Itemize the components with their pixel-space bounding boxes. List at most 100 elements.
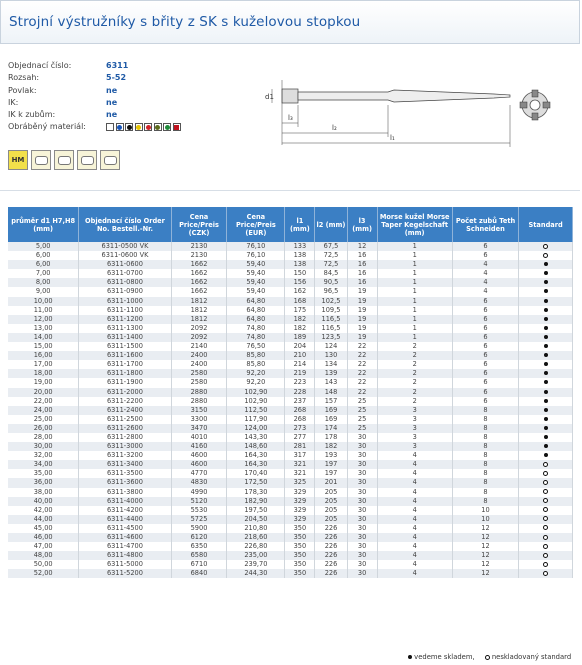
material-red-square-swatch xyxy=(172,123,181,132)
table-cell: 74,80 xyxy=(226,332,286,343)
table-cell: 35,00 xyxy=(8,469,80,479)
table-row[interactable]: 8,00 6311-0800 1662 59,40 156 90,5 16 1 4 xyxy=(8,278,573,288)
table-cell: 116,5 xyxy=(314,323,348,333)
table-cell: 6580 xyxy=(171,551,228,561)
table-row[interactable]: 25,00 6311-2500 3300 117,90 268 169 25 3 8 xyxy=(8,414,573,424)
table-row[interactable]: 52,00 6311-5200 6840 244,30 350 226 30 4 12 xyxy=(8,569,573,579)
table-cell: 12 xyxy=(452,551,520,561)
table-row[interactable]: 45,00 6311-4500 5900 210,80 350 226 30 4 12 xyxy=(8,523,573,533)
table-row[interactable]: 22,00 6311-2200 2880 102,90 237 157 25 2 6 xyxy=(8,396,573,406)
table-row[interactable]: 5,00 6311-0500 VK 2130 76,10 133 67,5 12 1 6 xyxy=(8,242,573,252)
table-row[interactable]: 50,00 6311-5000 6710 239,70 350 226 30 4 12 xyxy=(8,560,573,570)
table-row[interactable]: 16,00 6311-1600 2400 85,80 210 130 22 2 6 xyxy=(8,351,573,361)
table-cell: 6 xyxy=(452,387,520,397)
table-row[interactable]: 20,00 6311-2000 2880 102,90 228 148 22 2 6 xyxy=(8,387,573,397)
table-cell: 1662 xyxy=(171,260,228,270)
table-cell: 32,00 xyxy=(8,451,80,461)
table-row[interactable]: 7,00 6311-0700 1662 59,40 150 84,5 16 1 4 xyxy=(8,269,573,279)
table-cell xyxy=(518,478,573,488)
table-row[interactable]: 11,00 6311-1100 1812 64,80 175 109,5 19 1 6 xyxy=(8,305,573,315)
table-row[interactable]: 14,00 6311-1400 2092 74,80 189 123,5 19 1 6 xyxy=(8,332,573,343)
table-cell: 38,00 xyxy=(8,487,80,497)
table-cell: 205 xyxy=(314,487,348,497)
table-row[interactable]: 24,00 6311-2400 3150 112,50 268 169 25 3 8 xyxy=(8,405,573,415)
table-row[interactable]: 34,00 6311-3400 4600 164,30 321 197 30 4 8 xyxy=(8,460,573,470)
table-cell: 5120 xyxy=(171,496,228,506)
table-row[interactable]: 30,00 6311-3000 4160 148,60 281 182 30 3 8 xyxy=(8,442,573,452)
column-header[interactable]: l1 (mm) xyxy=(284,207,316,242)
table-cell: 124,00 xyxy=(226,423,286,433)
table-row[interactable]: 48,00 6311-4800 6580 235,00 350 226 30 4 12 xyxy=(8,551,573,561)
stock-empty-icon xyxy=(543,525,549,531)
table-cell: 64,80 xyxy=(226,305,286,315)
table-cell: 30 xyxy=(347,460,378,470)
table-row[interactable]: 19,00 6311-1900 2580 92,20 223 143 22 2 6 xyxy=(8,378,573,388)
table-row[interactable]: 40,00 6311-4000 5120 182,90 329 205 30 4 8 xyxy=(8,496,573,506)
column-header[interactable]: Morse kužel Morse Taper Kegelschaft (mm) xyxy=(377,207,453,242)
table-row[interactable]: 26,00 6311-2600 3470 124,00 273 174 25 3 8 xyxy=(8,423,573,433)
table-cell xyxy=(518,305,573,315)
table-row[interactable]: 6,00 6311-0600 VK 2130 76,10 138 72,5 16 1 6 xyxy=(8,251,573,261)
table-row[interactable]: 44,00 6311-4400 5725 204,50 329 205 30 4 10 xyxy=(8,514,573,524)
table-cell xyxy=(518,487,573,497)
table-cell: 42,00 xyxy=(8,505,80,515)
table-row[interactable]: 47,00 6311-4700 6350 226,80 350 226 30 4 12 xyxy=(8,542,573,552)
table-cell: 8 xyxy=(452,442,520,452)
stock-full-icon xyxy=(543,362,548,367)
table-cell: 30 xyxy=(347,533,378,543)
table-row[interactable]: 28,00 6311-2800 4010 143,30 277 178 30 3 8 xyxy=(8,432,573,443)
table-cell: 6 xyxy=(452,351,520,361)
table-row[interactable]: 12,00 6311-1200 1812 64,80 182 116,5 19 1 6 xyxy=(8,314,573,324)
table-cell: 4010 xyxy=(171,432,228,443)
table-row[interactable]: 32,00 6311-3200 4600 164,30 317 193 30 4 8 xyxy=(8,451,573,461)
table-cell: 30 xyxy=(347,451,378,461)
table-row[interactable]: 10,00 6311-1000 1812 64,80 168 102,5 19 1 6 xyxy=(8,296,573,306)
table-cell: 6 xyxy=(452,314,520,324)
table-row[interactable]: 46,00 6311-4600 6120 218,60 350 226 30 4 12 xyxy=(8,533,573,543)
column-header[interactable]: l3 (mm) xyxy=(347,207,378,242)
table-cell: 6 xyxy=(452,378,520,388)
table-cell: 30 xyxy=(347,523,378,533)
table-row[interactable]: 17,00 6311-1700 2400 85,80 214 134 22 2 6 xyxy=(8,360,573,370)
table-cell: 12 xyxy=(452,569,520,579)
table-row[interactable]: 6,00 6311-0600 1662 59,40 138 72,5 16 1 4 xyxy=(8,260,573,270)
table-row[interactable]: 15,00 6311-1500 2140 76,50 204 124 22 2 6 xyxy=(8,342,573,352)
table-row[interactable]: 18,00 6311-1800 2580 92,20 219 139 22 2 6 xyxy=(8,369,573,379)
table-cell: 8 xyxy=(452,487,520,497)
table-cell: 24,00 xyxy=(8,405,80,415)
stock-full-icon xyxy=(408,655,412,659)
stock-empty-icon xyxy=(543,243,549,249)
column-header[interactable]: Cena Price/Preis (CZK) xyxy=(171,207,228,242)
table-row[interactable]: 35,00 6311-3500 4770 170,40 321 197 30 4 8 xyxy=(8,469,573,479)
table-cell: 226 xyxy=(314,551,348,561)
swatch-dot xyxy=(174,124,179,130)
stock-empty-icon xyxy=(543,489,549,495)
table-cell: 6710 xyxy=(171,560,228,570)
column-header[interactable]: průměr d1 H7,H8 (mm) xyxy=(8,207,80,242)
table-cell: 8 xyxy=(452,423,520,433)
table-cell: 116,5 xyxy=(314,314,348,324)
table-cell: 1 xyxy=(377,278,453,288)
stock-full-icon xyxy=(543,307,548,312)
table-cell: 36,00 xyxy=(8,478,80,488)
table-cell: 6311-1000 xyxy=(78,296,172,306)
reamer-cutting-head xyxy=(281,88,299,104)
table-row[interactable]: 13,00 6311-1300 2092 74,80 182 116,5 19 1 6 xyxy=(8,323,573,333)
column-header[interactable]: Standard xyxy=(518,207,573,242)
table-row[interactable]: 9,00 6311-0900 1662 59,40 162 96,5 19 1 4 xyxy=(8,287,573,297)
table-cell: 4 xyxy=(377,560,453,570)
column-header[interactable]: Objednací číslo Order No. Bestell.-Nr. xyxy=(78,207,172,242)
table-row[interactable]: 36,00 6311-3600 4830 172,50 325 201 30 4 8 xyxy=(8,478,573,488)
column-header[interactable]: l2 (mm) xyxy=(314,207,348,242)
table-cell: 182 xyxy=(314,442,348,452)
column-header[interactable]: Počet zubů Teth Schneiden xyxy=(452,207,520,242)
table-cell: 350 xyxy=(284,523,316,533)
table-row[interactable]: 42,00 6311-4200 5530 197,50 329 205 30 4 10 xyxy=(8,505,573,515)
table-row[interactable]: 38,00 6311-3800 4990 178,30 329 205 30 4 8 xyxy=(8,487,573,497)
table-cell: 210 xyxy=(284,351,316,361)
table-cell: 3 xyxy=(377,442,453,452)
table-cell: 45,00 xyxy=(8,523,80,533)
column-header[interactable]: Cena Price/Preis (EUR) xyxy=(226,207,286,242)
table-cell: 19 xyxy=(347,305,378,315)
info-row-ik: IK: ne xyxy=(8,97,181,109)
